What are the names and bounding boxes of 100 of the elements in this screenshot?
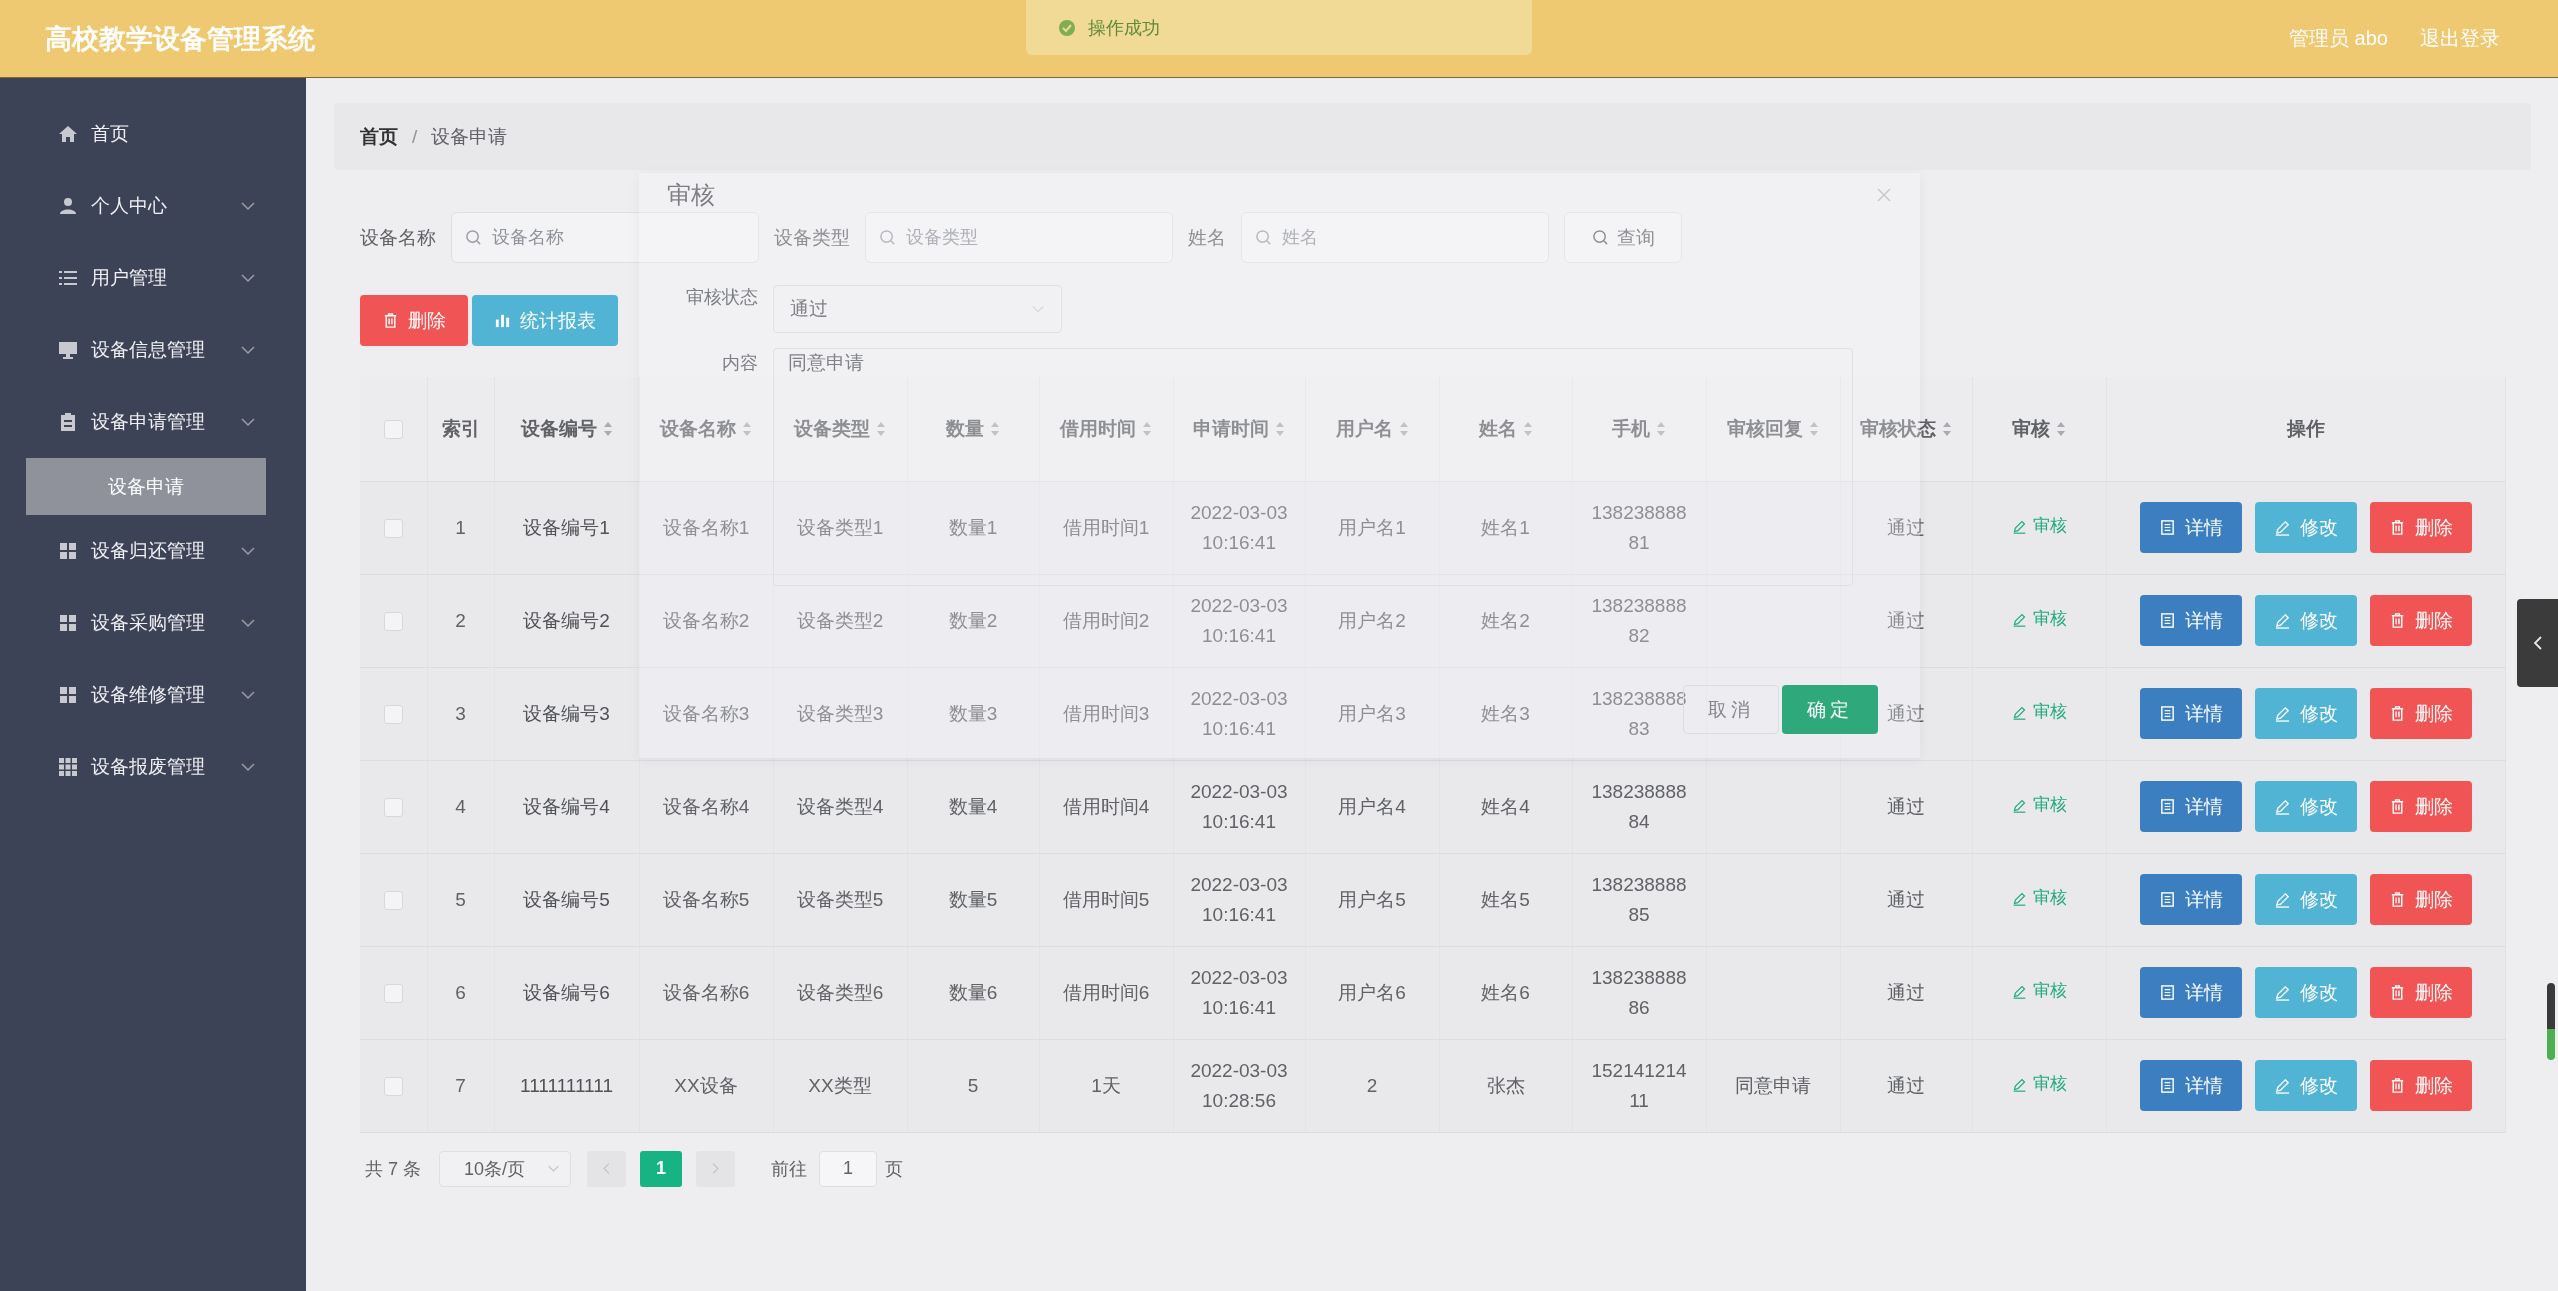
grid-icon xyxy=(58,613,78,633)
scrollbar-thumb[interactable] xyxy=(2547,983,2555,1060)
table-cell: 姓名4 xyxy=(1439,760,1572,853)
table-cell: 用户名4 xyxy=(1305,760,1439,853)
table-cell: 设备名称4 xyxy=(639,760,773,853)
checkbox[interactable] xyxy=(383,420,403,440)
column-header[interactable]: 审核回复 xyxy=(1706,377,1840,481)
table-cell: XX类型 xyxy=(773,1039,907,1132)
review-link[interactable]: 审核 xyxy=(2011,699,2067,726)
checkbox[interactable] xyxy=(383,1077,403,1097)
document-icon xyxy=(2158,798,2176,815)
delete-button[interactable]: 删除 xyxy=(2369,502,2472,553)
page-number[interactable]: 1 xyxy=(640,1150,682,1187)
edit-button[interactable]: 修改 xyxy=(2254,874,2357,925)
pencil-icon xyxy=(2011,983,2027,999)
checkbox[interactable] xyxy=(383,984,403,1004)
column-header[interactable]: 设备编号 xyxy=(494,377,639,481)
edit-button[interactable]: 修改 xyxy=(2254,688,2357,739)
home-icon xyxy=(58,124,78,144)
table-cell: 通过 xyxy=(1840,574,1972,667)
column-header[interactable]: 设备类型 xyxy=(773,377,907,481)
details-button[interactable]: 详情 xyxy=(2139,595,2242,646)
next-page-button[interactable] xyxy=(696,1150,735,1187)
search-field[interactable]: 姓名 xyxy=(1241,212,1549,263)
column-header[interactable]: 审核 xyxy=(1972,377,2106,481)
column-header[interactable]: 手机 xyxy=(1572,377,1706,481)
table-cell: 设备类型1 xyxy=(773,481,907,574)
search-field[interactable]: 设备类型 xyxy=(865,212,1173,263)
details-button[interactable]: 详情 xyxy=(2139,1060,2242,1111)
page-size-select[interactable]: 10条/页 xyxy=(439,1150,571,1187)
checkbox[interactable] xyxy=(383,798,403,818)
column-header[interactable]: 申请时间 xyxy=(1173,377,1305,481)
delete-button[interactable]: 删除 xyxy=(2369,967,2472,1018)
review-link[interactable]: 审核 xyxy=(2011,978,2067,1005)
delete-button[interactable]: 删除 xyxy=(360,295,468,346)
monitor-icon xyxy=(58,340,78,360)
pencil-icon xyxy=(2011,797,2027,813)
status-select[interactable]: 通过 xyxy=(773,285,1062,333)
table-cell: 2022-03-03 10:16:41 xyxy=(1173,481,1305,574)
sidebar-item[interactable]: 设备信息管理 xyxy=(0,314,306,386)
checkbox[interactable] xyxy=(383,705,403,725)
column-header: 索引 xyxy=(427,377,494,481)
column-header[interactable]: 借用时间 xyxy=(1039,377,1173,481)
edit-button[interactable]: 修改 xyxy=(2254,595,2357,646)
close-icon xyxy=(1876,187,1892,203)
column-header[interactable]: 用户名 xyxy=(1305,377,1439,481)
delete-button[interactable]: 删除 xyxy=(2369,688,2472,739)
close-button[interactable] xyxy=(1876,187,1892,203)
sidebar-item[interactable]: 设备采购管理 xyxy=(0,587,306,659)
details-button[interactable]: 详情 xyxy=(2139,874,2242,925)
table-cell: 4 xyxy=(427,760,494,853)
breadcrumb-item[interactable]: 首页 xyxy=(360,123,398,150)
table-cell: 数量5 xyxy=(907,853,1039,946)
confirm-button[interactable]: 确定 xyxy=(1782,685,1878,734)
review-link[interactable]: 审核 xyxy=(2011,513,2067,540)
table-cell: 13823888885 xyxy=(1572,853,1706,946)
checkbox[interactable] xyxy=(383,519,403,539)
table-cell: 13823888882 xyxy=(1572,574,1706,667)
details-button[interactable]: 详情 xyxy=(2139,781,2242,832)
pencil-icon xyxy=(2011,1076,2027,1092)
column-header[interactable]: 审核状态 xyxy=(1840,377,1972,481)
edit-button[interactable]: 修改 xyxy=(2254,781,2357,832)
checkbox[interactable] xyxy=(383,612,403,632)
edit-button[interactable]: 修改 xyxy=(2254,1060,2357,1111)
details-button[interactable]: 详情 xyxy=(2139,967,2242,1018)
edit-button[interactable]: 修改 xyxy=(2254,502,2357,553)
table-cell: 借用时间4 xyxy=(1039,760,1173,853)
delete-button[interactable]: 删除 xyxy=(2369,1060,2472,1111)
report-button[interactable]: 统计报表 xyxy=(472,295,618,346)
search-field[interactable]: 设备名称 xyxy=(451,212,759,263)
drawer-toggle[interactable] xyxy=(2517,599,2558,687)
sidebar-item[interactable]: 设备维修管理 xyxy=(0,659,306,731)
sidebar-item[interactable]: 设备申请管理 xyxy=(0,386,306,458)
edit-button[interactable]: 修改 xyxy=(2254,967,2357,1018)
review-link[interactable]: 审核 xyxy=(2011,792,2067,819)
document-icon xyxy=(2158,984,2176,1001)
table-cell: 2022-03-03 10:28:56 xyxy=(1173,1039,1305,1132)
review-link[interactable]: 审核 xyxy=(2011,1071,2067,1098)
details-button[interactable]: 详情 xyxy=(2139,502,2242,553)
delete-button[interactable]: 删除 xyxy=(2369,595,2472,646)
column-header[interactable]: 数量 xyxy=(907,377,1039,481)
sidebar-item[interactable]: 设备归还管理 xyxy=(0,515,306,587)
checkbox[interactable] xyxy=(383,891,403,911)
goto-page-field[interactable]: 1 xyxy=(819,1150,877,1187)
details-button[interactable]: 详情 xyxy=(2139,688,2242,739)
table-cell: 设备类型2 xyxy=(773,574,907,667)
table-cell: 设备类型4 xyxy=(773,760,907,853)
delete-button[interactable]: 删除 xyxy=(2369,874,2472,925)
search-button[interactable]: 查询 xyxy=(1564,212,1682,263)
sidebar-item[interactable]: 设备报废管理 xyxy=(0,731,306,803)
delete-button[interactable]: 删除 xyxy=(2369,781,2472,832)
submenu-item[interactable]: 设备申请 xyxy=(26,458,266,515)
column-header[interactable]: 姓名 xyxy=(1439,377,1572,481)
user-name: 管理员 abo xyxy=(2289,26,2388,51)
review-link[interactable]: 审核 xyxy=(2011,885,2067,912)
review-link[interactable]: 审核 xyxy=(2011,606,2067,633)
sidebar-item[interactable]: 首页 xyxy=(0,98,306,170)
previous-page-button[interactable] xyxy=(587,1150,626,1187)
sidebar-item[interactable]: 用户管理 xyxy=(0,242,306,314)
sidebar-item[interactable]: 个人中心 xyxy=(0,170,306,242)
